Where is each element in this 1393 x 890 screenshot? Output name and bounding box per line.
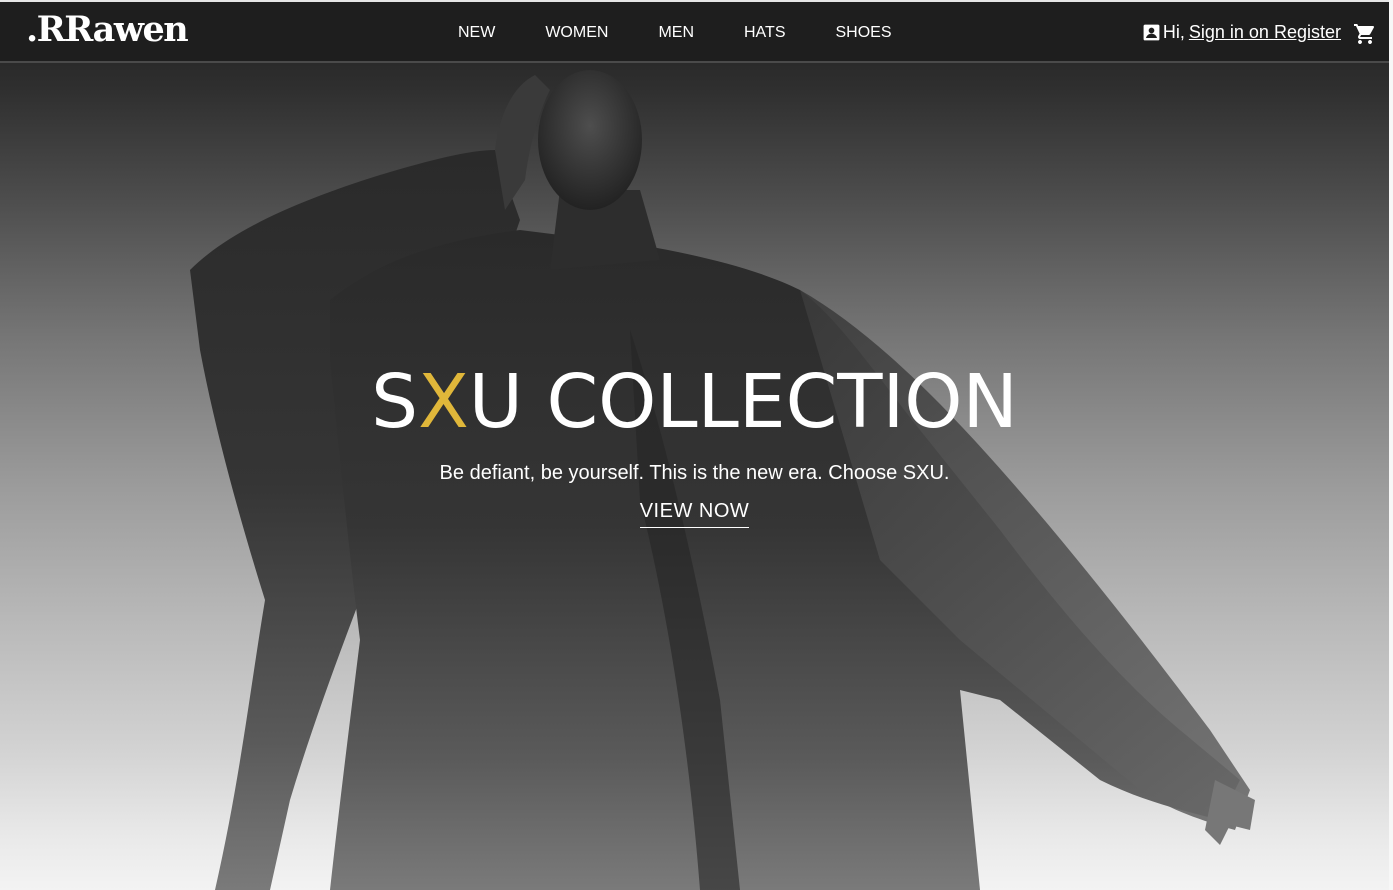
- page: .RRawen NEW WOMEN MEN HATS SHOES Hi, Sig…: [0, 0, 1393, 890]
- nav-item-hats[interactable]: HATS: [744, 24, 785, 42]
- nav-item-new[interactable]: NEW: [458, 24, 495, 42]
- hero-title-accent: X: [418, 359, 469, 445]
- page-right-edge: [1389, 0, 1393, 890]
- register-link[interactable]: Register: [1274, 22, 1341, 43]
- shopping-cart-icon[interactable]: [1353, 22, 1377, 46]
- hero-title: SXU COLLECTION: [0, 352, 1389, 452]
- sign-in-link[interactable]: Sign in: [1189, 22, 1244, 43]
- nav-item-men[interactable]: MEN: [658, 24, 694, 42]
- view-now-button[interactable]: VIEW NOW: [639, 500, 750, 528]
- account-area: Hi, Sign in on Register: [1142, 2, 1341, 63]
- cta-wrapper: VIEW NOW: [0, 500, 1389, 528]
- auth-separator-text: on: [1248, 22, 1269, 42]
- hero-content: SXU COLLECTION Be defiant, be yourself. …: [0, 352, 1389, 528]
- account-greeting: Hi,: [1162, 22, 1185, 42]
- hero-subtitle: Be defiant, be yourself. This is the new…: [439, 462, 950, 484]
- account-box-icon: [1143, 24, 1160, 41]
- nav-item-women[interactable]: WOMEN: [545, 24, 608, 42]
- top-navbar: .RRawen NEW WOMEN MEN HATS SHOES Hi, Sig…: [0, 0, 1389, 63]
- hero-title-part1: S: [371, 359, 419, 445]
- hero-title-part2: U COLLECTION: [468, 359, 1018, 445]
- main-nav: NEW WOMEN MEN HATS SHOES: [458, 2, 892, 63]
- nav-item-shoes[interactable]: SHOES: [835, 24, 891, 42]
- brand-logo[interactable]: .RRawen: [26, 8, 189, 52]
